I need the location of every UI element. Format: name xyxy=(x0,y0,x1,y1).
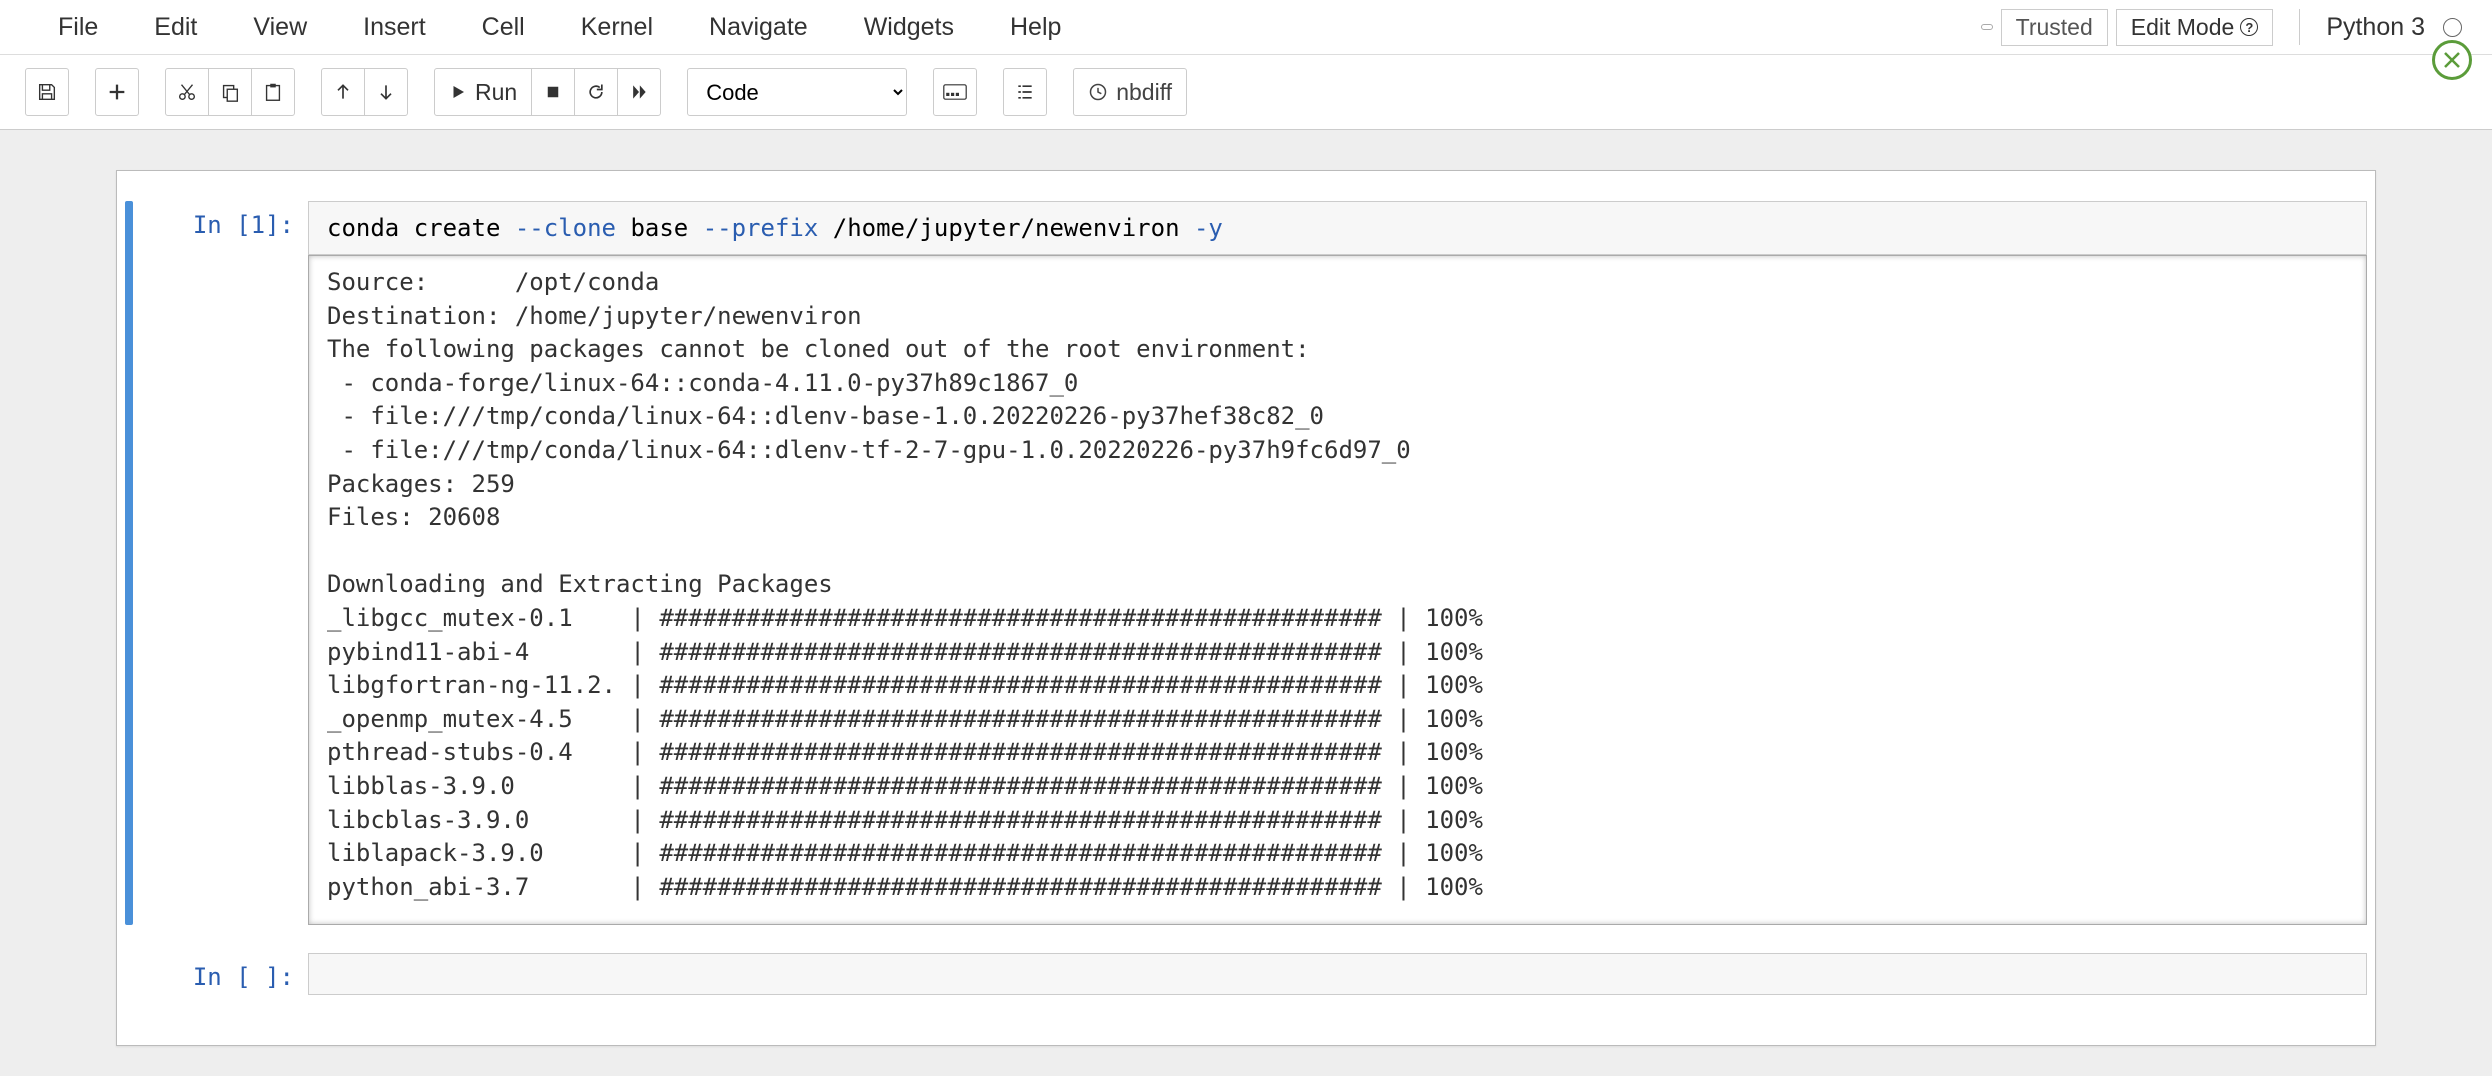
edit-mode-indicator[interactable]: Edit Mode ? xyxy=(2116,9,2274,46)
paste-button[interactable] xyxy=(251,68,295,116)
toc-button[interactable] xyxy=(1003,68,1047,116)
output-area[interactable]: Source: /opt/conda Destination: /home/ju… xyxy=(308,255,2367,925)
trusted-indicator[interactable]: Trusted xyxy=(2001,9,2108,46)
cell-type-select[interactable]: Code xyxy=(687,68,907,116)
menu-navigate[interactable]: Navigate xyxy=(681,13,836,42)
run-group: Run xyxy=(434,68,661,116)
menu-view[interactable]: View xyxy=(225,13,335,42)
nbdiff-button[interactable]: nbdiff xyxy=(1073,68,1187,116)
menu-edit[interactable]: Edit xyxy=(126,13,225,42)
menu-help[interactable]: Help xyxy=(982,13,1089,42)
cut-button[interactable] xyxy=(165,68,209,116)
edit-group xyxy=(165,68,295,116)
input-prompt: In [1]: xyxy=(133,201,308,925)
autosave-icon xyxy=(1981,24,1993,30)
run-button[interactable]: Run xyxy=(434,68,532,116)
code-input[interactable] xyxy=(308,953,2367,995)
cell-bar-inactive xyxy=(125,953,133,995)
menu-bar: File Edit View Insert Cell Kernel Naviga… xyxy=(0,0,2492,55)
close-button[interactable] xyxy=(2432,40,2472,80)
input-prompt: In [ ]: xyxy=(133,953,308,995)
code-cell[interactable]: In [ ]: xyxy=(125,953,2367,995)
cell-selection-bar xyxy=(125,201,133,925)
menu-cell[interactable]: Cell xyxy=(454,13,553,42)
nbdiff-label: nbdiff xyxy=(1116,79,1172,106)
kernel-name[interactable]: Python 3 xyxy=(2326,13,2425,42)
kernel-status-icon[interactable] xyxy=(2443,18,2462,37)
menu-file[interactable]: File xyxy=(30,13,126,42)
copy-button[interactable] xyxy=(208,68,252,116)
restart-button[interactable] xyxy=(574,68,618,116)
edit-mode-label: Edit Mode xyxy=(2131,14,2235,41)
run-label: Run xyxy=(475,79,517,106)
separator xyxy=(2299,9,2300,45)
insert-cell-button[interactable] xyxy=(95,68,139,116)
menu-insert[interactable]: Insert xyxy=(335,13,454,42)
menu-kernel[interactable]: Kernel xyxy=(553,13,681,42)
command-palette-button[interactable] xyxy=(933,68,977,116)
restart-run-all-button[interactable] xyxy=(617,68,661,116)
move-down-button[interactable] xyxy=(364,68,408,116)
save-button[interactable] xyxy=(25,68,69,116)
notebook-background: In [1]: conda create --clone base --pref… xyxy=(0,130,2492,1076)
move-group xyxy=(321,68,408,116)
status-area: Trusted Edit Mode ? Python 3 xyxy=(1981,9,2462,46)
code-cell[interactable]: In [1]: conda create --clone base --pref… xyxy=(125,201,2367,925)
code-input[interactable]: conda create --clone base --prefix /home… xyxy=(308,201,2367,255)
toolbar: Run Code nbdiff xyxy=(0,55,2492,130)
interrupt-button[interactable] xyxy=(531,68,575,116)
move-up-button[interactable] xyxy=(321,68,365,116)
notebook-container: In [1]: conda create --clone base --pref… xyxy=(116,170,2376,1046)
menu-widgets[interactable]: Widgets xyxy=(836,13,982,42)
help-icon: ? xyxy=(2240,18,2258,36)
